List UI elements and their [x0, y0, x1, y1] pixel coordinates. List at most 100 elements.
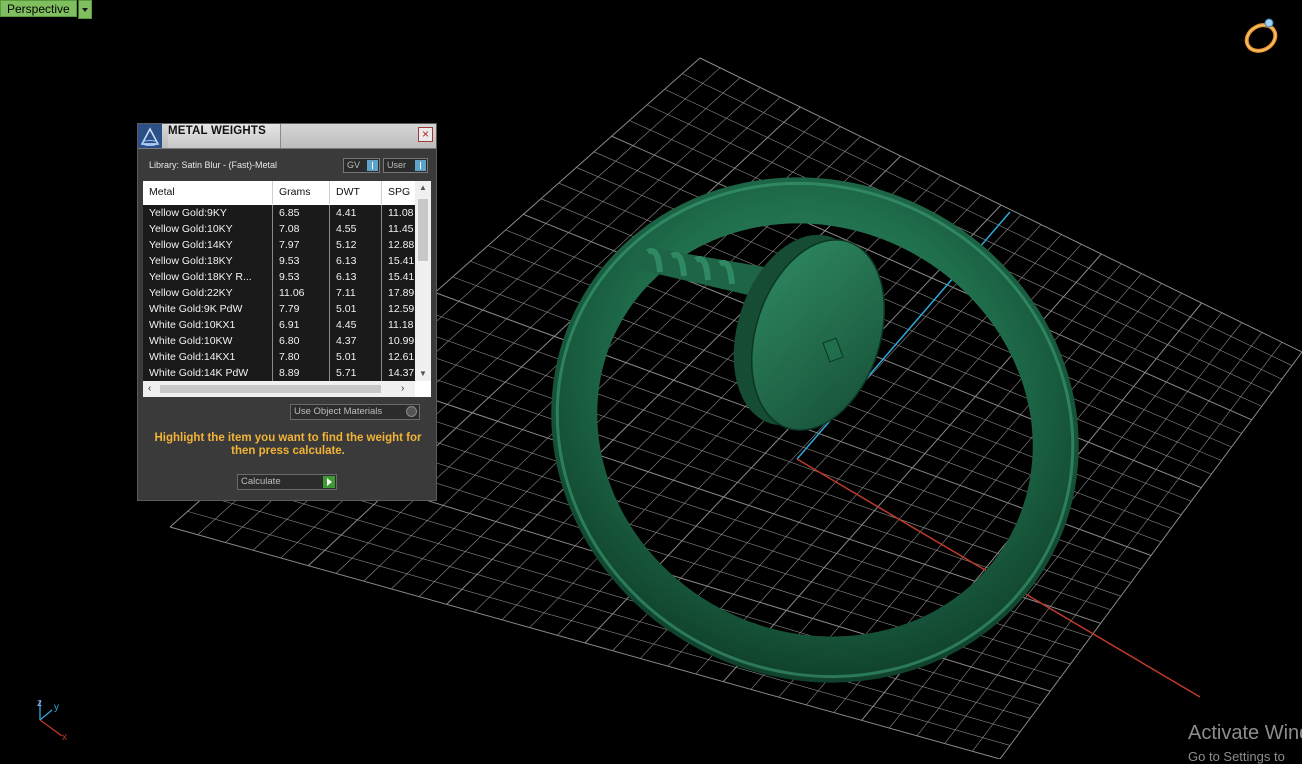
cell-metal: White Gold:10KX1 — [143, 317, 273, 333]
column-header-grams[interactable]: Grams — [273, 181, 330, 204]
view-name[interactable]: Perspective — [0, 0, 77, 17]
cell-grams: 7.97 — [273, 237, 330, 253]
vertical-scrollbar[interactable]: ▲ ▼ — [415, 181, 431, 381]
table-row[interactable]: Yellow Gold:14KY 7.97 5.12 12.88 — [143, 237, 415, 253]
ring-band[interactable] — [493, 116, 1137, 743]
use-object-materials-toggle[interactable]: Use Object Materials — [290, 404, 420, 420]
cell-spg: 15.41 — [388, 255, 415, 267]
table-row[interactable]: Yellow Gold:18KY R... 9.53 6.13 15.41 — [143, 269, 415, 285]
table-row[interactable]: White Gold:14KX1 7.80 5.01 12.61 — [143, 349, 415, 365]
matrix-logo-icon — [138, 124, 162, 148]
cell-dwt: 4.55 — [330, 221, 382, 237]
column-header-metal[interactable]: Metal — [143, 181, 273, 204]
cell-metal: White Gold:14KX1 — [143, 349, 273, 365]
scroll-down-icon[interactable]: ▼ — [419, 369, 427, 378]
cell-dwt: 5.71 — [330, 365, 382, 381]
use-object-materials-label: Use Object Materials — [294, 406, 383, 417]
activation-watermark: Activate Wind — [1188, 722, 1302, 744]
close-icon[interactable]: × — [418, 127, 433, 142]
grid-line — [916, 322, 1243, 736]
cell-spg: 11.18 — [388, 319, 414, 331]
gizmo-x-label: x — [62, 732, 67, 743]
cell-grams: 8.89 — [273, 365, 330, 381]
panel-title: METAL WEIGHTS — [168, 124, 282, 148]
table-body: Yellow Gold:9KY 6.85 4.41 11.08 Yellow Gold:… — [143, 205, 415, 381]
ring-icon[interactable] — [1238, 14, 1282, 60]
vertical-scroll-thumb[interactable] — [418, 199, 428, 261]
cell-dwt: 5.12 — [330, 237, 382, 253]
ring-model[interactable] — [470, 93, 1160, 759]
gizmo-y-label: y — [54, 702, 59, 713]
cell-grams: 9.53 — [273, 253, 330, 269]
horizontal-scrollbar[interactable]: ‹ › — [143, 381, 415, 397]
cell-metal: White Gold:14K PdW — [143, 365, 273, 381]
cell-grams: 7.80 — [273, 349, 330, 365]
cell-metal: White Gold:10KW — [143, 333, 273, 349]
info-icon — [367, 160, 378, 171]
cell-spg: 15.41 — [388, 271, 415, 283]
cell-spg: 14.37 — [388, 367, 415, 379]
cell-metal: Yellow Gold:18KY R... — [143, 269, 273, 285]
cell-grams: 7.79 — [273, 301, 330, 317]
radio-icon[interactable] — [406, 406, 417, 417]
grid-line — [222, 479, 1031, 719]
cell-dwt: 6.13 — [330, 269, 382, 285]
cell-grams: 6.80 — [273, 333, 330, 349]
activation-watermark-sub: Go to Settings to — [1188, 749, 1285, 764]
cell-spg: 12.59 — [388, 303, 415, 315]
column-header-dwt[interactable]: DWT — [330, 181, 382, 204]
library-label: Library: Satin Blur - (Fast)-Metal — [149, 160, 278, 170]
cell-metal: White Gold:9K PdW — [143, 301, 273, 317]
metal-table[interactable]: Metal Grams DWT SPG Yellow Gold:9KY 6.85 4… — [143, 181, 431, 397]
cell-grams: 7.08 — [273, 221, 330, 237]
scroll-right-icon[interactable]: › — [401, 383, 404, 394]
cell-metal: Yellow Gold:18KY — [143, 253, 273, 269]
table-row[interactable]: White Gold:10KX1 6.91 4.45 11.18 — [143, 317, 415, 333]
cell-dwt: 4.45 — [330, 317, 382, 333]
table-row[interactable]: White Gold:10KW 6.80 4.37 10.99 — [143, 333, 415, 349]
table-row[interactable]: Yellow Gold:22KY 11.06 7.11 17.89 — [143, 285, 415, 301]
scroll-up-icon[interactable]: ▲ — [419, 183, 427, 192]
user-toggle-label: User — [387, 160, 407, 170]
table-row[interactable]: Yellow Gold:18KY 9.53 6.13 15.41 — [143, 253, 415, 269]
cell-dwt: 4.37 — [330, 333, 382, 349]
axis-gizmo: z y x — [28, 694, 78, 746]
cell-grams: 6.85 — [273, 205, 330, 221]
cell-dwt: 4.41 — [330, 205, 382, 221]
cell-grams: 9.53 — [273, 269, 330, 285]
view-dropdown-button[interactable] — [77, 0, 92, 19]
cell-spg: 11.45 — [388, 223, 414, 235]
viewport-label[interactable]: Perspective — [0, 0, 92, 19]
cell-dwt: 6.13 — [330, 253, 382, 269]
cell-grams: 11.06 — [273, 285, 330, 301]
calculate-button[interactable]: Calculate — [237, 474, 337, 490]
info-icon — [415, 160, 426, 171]
cell-spg: 11.08 — [388, 207, 414, 219]
horizontal-scroll-thumb[interactable] — [160, 385, 381, 393]
grid-line — [944, 332, 1263, 744]
table-row[interactable]: White Gold:14K PdW 8.89 5.71 14.37 — [143, 365, 415, 381]
user-toggle[interactable]: User — [383, 158, 428, 173]
cell-dwt: 5.01 — [330, 349, 382, 365]
metal-weights-panel[interactable]: METAL WEIGHTS × Library: Satin Blur - (F… — [137, 123, 437, 501]
cell-dwt: 5.01 — [330, 301, 382, 317]
cell-metal: Yellow Gold:22KY — [143, 285, 273, 301]
cell-metal: Yellow Gold:14KY — [143, 237, 273, 253]
cell-spg: 12.61 — [388, 351, 415, 363]
table-row[interactable]: Yellow Gold:10KY 7.08 4.55 11.45 — [143, 221, 415, 237]
instruction-text: Highlight the item you want to find the … — [154, 432, 422, 457]
cell-spg: 17.89 — [388, 287, 415, 299]
gv-toggle[interactable]: GV — [343, 158, 380, 173]
panel-titlebar[interactable]: METAL WEIGHTS × — [138, 124, 436, 149]
library-row: Library: Satin Blur - (Fast)-Metal GV Us… — [138, 158, 436, 174]
scroll-left-icon[interactable]: ‹ — [148, 383, 151, 394]
column-header-spg[interactable]: SPG — [382, 181, 415, 204]
table-row[interactable]: White Gold:9K PdW 7.79 5.01 12.59 — [143, 301, 415, 317]
cell-metal: Yellow Gold:10KY — [143, 221, 273, 237]
table-header: Metal Grams DWT SPG — [143, 181, 415, 204]
gv-toggle-label: GV — [347, 160, 361, 170]
cell-spg: 12.88 — [388, 239, 415, 251]
cell-spg: 10.99 — [388, 335, 415, 347]
gizmo-z-label: z — [37, 698, 42, 709]
table-row[interactable]: Yellow Gold:9KY 6.85 4.41 11.08 — [143, 205, 415, 221]
